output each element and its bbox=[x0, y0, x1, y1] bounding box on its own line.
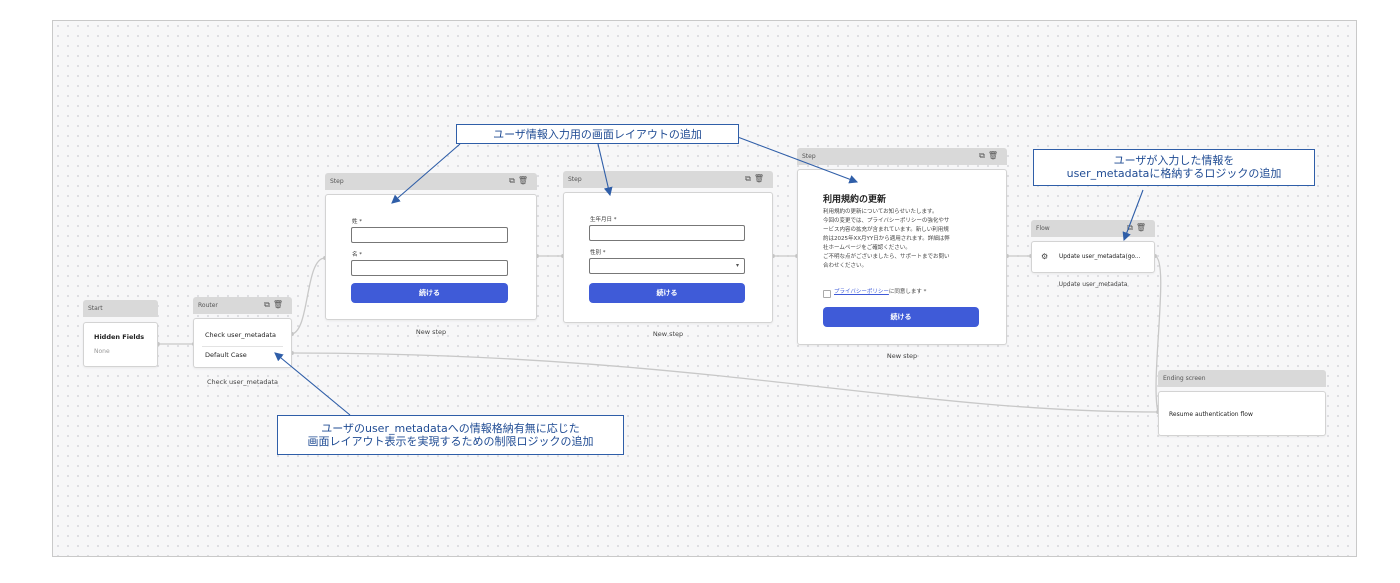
annotation-arrows bbox=[274, 135, 1144, 416]
annotation-top: ユーザ情報入力用の画面レイアウトの追加 bbox=[456, 124, 739, 144]
annotation-right-line1: ユーザが入力した情報を bbox=[1113, 154, 1235, 167]
annotation-right-line2: user_metadataに格納するロジックの追加 bbox=[1066, 167, 1282, 180]
annotation-bottom-line1: ユーザのuser_metadataへの情報格納有無に応じた bbox=[321, 422, 580, 435]
annotation-bottom-line2: 画面レイアウト表示を実現するための制限ロジックの追加 bbox=[307, 435, 594, 448]
arrow-to-step3 bbox=[734, 135, 859, 184]
arrow-to-step2 bbox=[597, 143, 613, 197]
arrow-to-step1 bbox=[391, 143, 461, 204]
arrow-to-flow bbox=[1122, 189, 1144, 242]
annotation-bottom: ユーザのuser_metadataへの情報格納有無に応じた 画面レイアウト表示を… bbox=[277, 415, 624, 455]
annotation-right: ユーザが入力した情報を user_metadataに格納するロジックの追加 bbox=[1033, 149, 1315, 186]
arrow-to-router bbox=[274, 352, 351, 416]
